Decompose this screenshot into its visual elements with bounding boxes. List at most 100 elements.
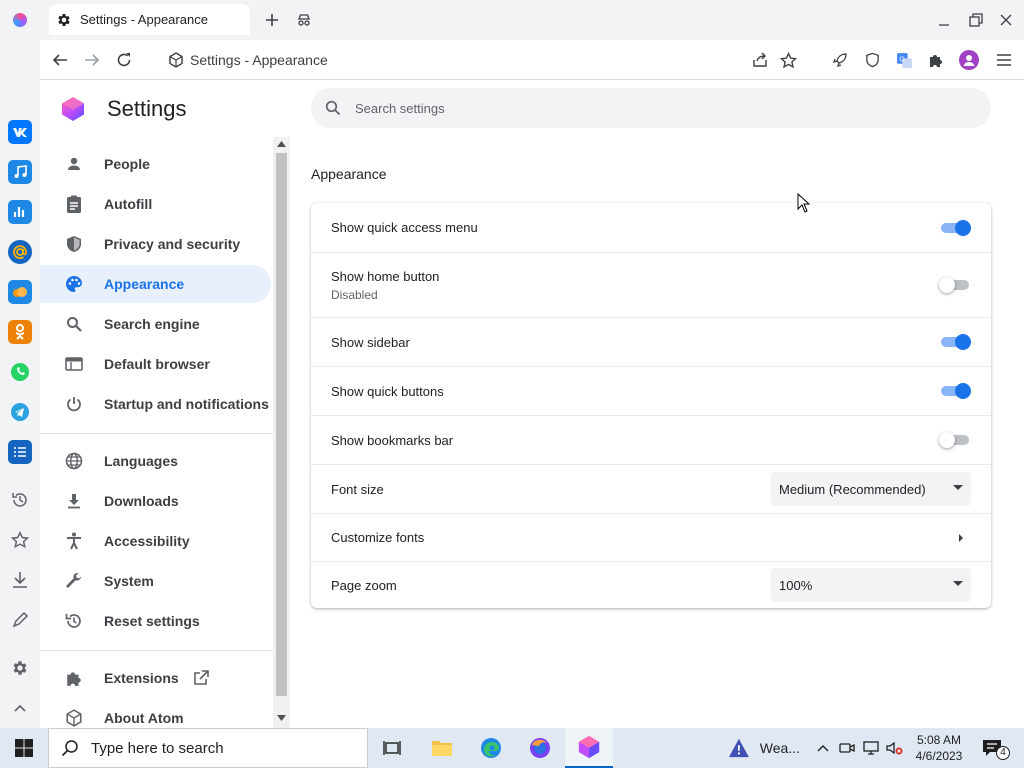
toggle-show-sidebar[interactable] [939,334,971,350]
vk-icon[interactable] [8,120,32,144]
scroll-down-arrow-icon[interactable] [277,715,286,721]
back-button[interactable] [50,50,70,70]
nav-item-reset-settings[interactable]: Reset settings [40,602,271,640]
protection-button[interactable] [862,50,882,70]
share-button[interactable] [750,50,770,70]
new-tab-button[interactable] [262,10,282,30]
stats-icon[interactable] [8,200,32,224]
nav-item-languages[interactable]: Languages [40,442,271,480]
avatar-icon [959,50,979,70]
nav-item-appearance[interactable]: Appearance [40,265,271,303]
reload-icon [117,53,131,67]
row-customize-fonts[interactable]: Customize fonts [311,513,991,561]
nav-label: Downloads [104,493,179,509]
nav-item-privacy-and-security[interactable]: Privacy and security [40,225,271,263]
nav-item-default-browser[interactable]: Default browser [40,345,271,383]
atom-logo-icon[interactable] [13,13,27,27]
notification-count-badge: 4 [996,746,1010,760]
odnoklassniki-icon[interactable] [8,320,32,344]
row-show-quick-access-menu[interactable]: Show quick access menu [311,203,991,252]
profile-button[interactable] [958,49,980,71]
row-label: Page zoom [331,577,397,593]
meet-now-button[interactable] [836,728,858,768]
notifications-button[interactable]: 4 [972,728,1012,768]
settings-search-box[interactable] [311,88,991,128]
start-button[interactable] [0,728,48,768]
nav-item-extensions[interactable]: Extensions [40,659,271,697]
bookmarks-star-icon[interactable] [10,530,30,550]
file-explorer-button[interactable] [418,728,466,768]
nav-item-people[interactable]: People [40,145,271,183]
history-icon[interactable] [10,490,30,510]
network-button[interactable] [860,728,882,768]
volume-button[interactable] [884,728,906,768]
nav-item-downloads[interactable]: Downloads [40,482,271,520]
mail-at-icon[interactable] [8,240,32,264]
translate-button[interactable]: G [894,50,914,70]
nav-label: Reset settings [104,613,200,629]
reload-button[interactable] [114,50,134,70]
nav-item-system[interactable]: System [40,562,271,600]
whatsapp-icon[interactable] [8,360,32,384]
toggle-show-quick-buttons[interactable] [939,383,971,399]
sidebar-settings-gear-icon[interactable] [10,658,30,678]
font-size-select[interactable]: Medium (Recommended) [771,472,971,506]
firefox-icon [530,738,550,758]
browser-tab[interactable]: Settings - Appearance [49,4,250,35]
page-zoom-select[interactable]: 100% [771,568,971,602]
minimize-button[interactable] [934,10,954,30]
nav-item-autofill[interactable]: Autofill [40,185,271,223]
bookmark-button[interactable] [778,50,798,70]
atom-settings-logo-icon [62,97,84,121]
edge-button[interactable] [467,728,515,768]
tab-title: Settings - Appearance [80,12,208,27]
menu-button[interactable] [994,50,1014,70]
toggle-show-quick-access-menu[interactable] [939,219,971,236]
scrollbar-thumb[interactable] [276,153,287,696]
show-hidden-icons-button[interactable] [812,728,834,768]
share-icon [753,52,767,67]
windows-taskbar: Type here to search Wea... 5:08 AM 4/6/2… [0,728,1024,768]
nav-scrollbar[interactable] [273,137,290,728]
music-icon[interactable] [8,160,32,184]
row-label: Show quick buttons [331,383,444,399]
cloud-icon[interactable] [8,280,32,304]
close-button[interactable] [996,10,1016,30]
scroll-up-arrow-icon[interactable] [277,141,286,147]
toggle-show-bookmarks-bar[interactable] [939,432,971,448]
row-font-size: Font size Medium (Recommended) [311,464,991,513]
downloads-icon[interactable] [10,570,30,590]
address-bar[interactable]: Settings - Appearance [168,40,328,80]
star-icon [779,51,797,68]
row-page-zoom: Page zoom 100% [311,561,991,608]
incognito-button[interactable] [294,10,314,30]
row-show-home-button[interactable]: Show home button Disabled [311,252,991,317]
telegram-icon[interactable] [8,400,32,424]
network-monitor-icon [863,741,879,755]
tasks-list-icon[interactable] [8,440,32,464]
taskbar-search-box[interactable]: Type here to search [48,728,368,768]
firefox-button[interactable] [516,728,564,768]
arrow-left-icon [52,54,67,66]
rocket-button[interactable] [830,50,850,70]
taskbar-clock[interactable]: 5:08 AM 4/6/2023 [912,732,966,764]
weather-widget[interactable]: Wea... [728,728,800,768]
row-show-bookmarks-bar[interactable]: Show bookmarks bar [311,415,991,464]
forward-button[interactable] [82,50,102,70]
extensions-button[interactable] [926,50,946,70]
toggle-knob [939,432,955,448]
nav-item-startup-and-notifications[interactable]: Startup and notifications [40,385,271,423]
nav-divider [40,650,273,651]
nav-item-accessibility[interactable]: Accessibility [40,522,271,560]
nav-item-search-engine[interactable]: Search engine [40,305,271,343]
row-show-quick-buttons[interactable]: Show quick buttons [311,366,991,415]
settings-search-input[interactable] [355,100,855,116]
restore-button[interactable] [966,10,986,30]
chevron-up-icon[interactable] [10,698,30,718]
task-view-button[interactable] [368,728,416,768]
atom-browser-taskbar-button[interactable] [565,728,613,768]
person-icon [64,154,84,174]
row-show-sidebar[interactable]: Show sidebar [311,317,991,366]
pen-icon[interactable] [10,610,30,630]
toggle-show-home-button[interactable] [939,277,971,293]
